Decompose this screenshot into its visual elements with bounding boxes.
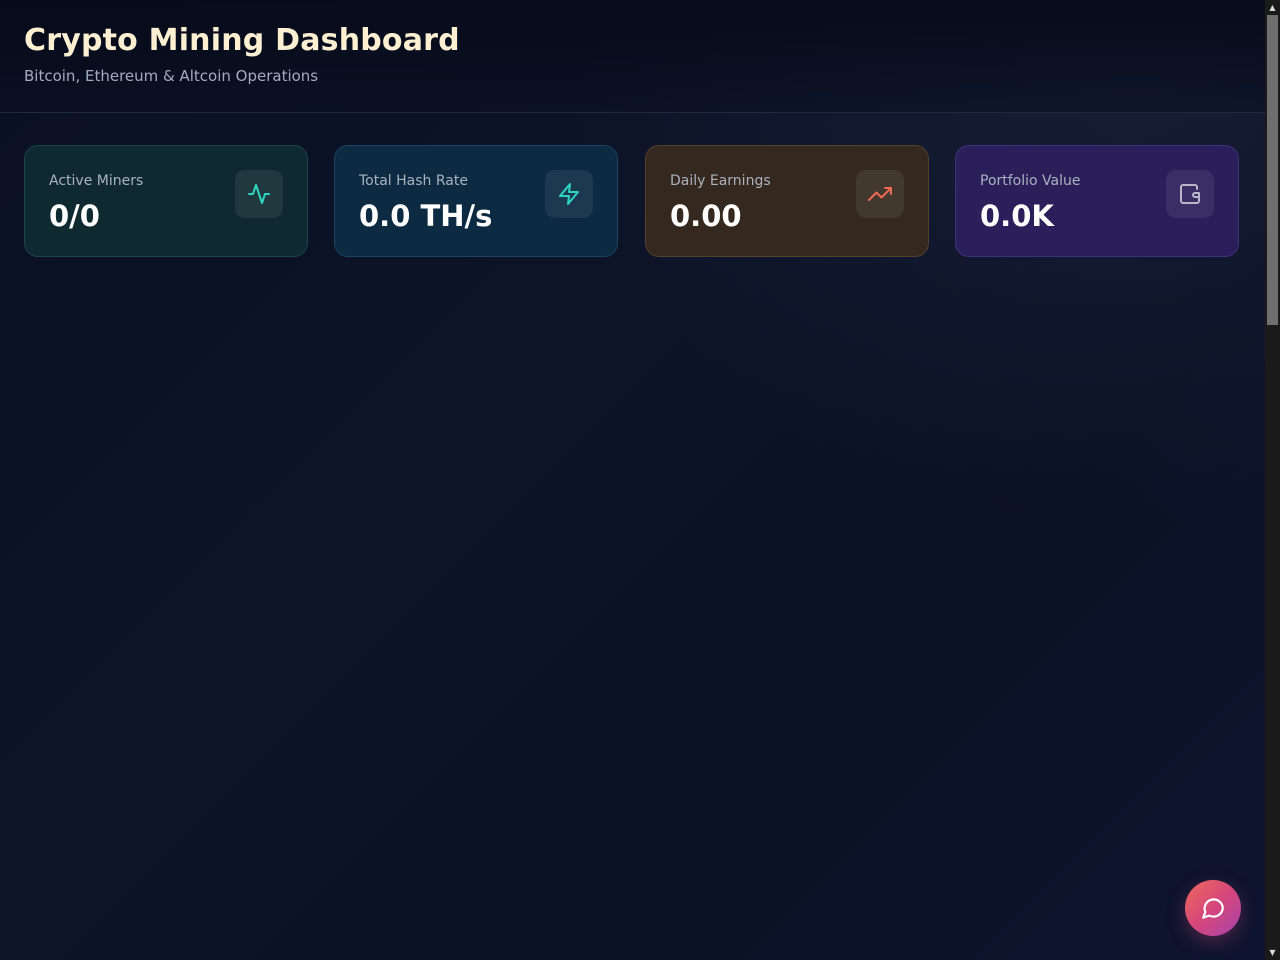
chat-bubble-icon <box>1202 898 1224 919</box>
dashboard-page: Crypto Mining Dashboard Bitcoin, Ethereu… <box>0 0 1265 960</box>
wallet-icon <box>1166 170 1214 218</box>
page-header: Crypto Mining Dashboard Bitcoin, Ethereu… <box>0 0 1265 113</box>
stat-label: Active Miners <box>49 173 144 189</box>
stat-card-active-miners: Active Miners 0/0 <box>24 145 308 257</box>
scrollbar-thumb[interactable] <box>1267 15 1278 325</box>
stat-value: 0.00 <box>670 199 742 233</box>
stat-label: Portfolio Value <box>980 173 1081 189</box>
stat-card-total-hash-rate: Total Hash Rate 0.0 TH/s <box>334 145 618 257</box>
scroll-up-arrow-icon[interactable]: ▲ <box>1265 0 1280 15</box>
trending-up-icon <box>856 170 904 218</box>
stat-label: Total Hash Rate <box>359 173 468 189</box>
stat-label: Daily Earnings <box>670 173 771 189</box>
lightning-icon <box>545 170 593 218</box>
activity-icon <box>235 170 283 218</box>
page-subtitle: Bitcoin, Ethereum & Altcoin Operations <box>24 67 319 85</box>
chat-button[interactable] <box>1185 880 1241 936</box>
stat-value: 0.0K <box>980 199 1054 233</box>
stat-card-portfolio-value: Portfolio Value 0.0K <box>955 145 1239 257</box>
vertical-scrollbar[interactable]: ▲ ▼ <box>1265 0 1280 960</box>
scroll-down-arrow-icon[interactable]: ▼ <box>1265 945 1280 960</box>
stat-card-daily-earnings: Daily Earnings 0.00 <box>645 145 929 257</box>
stat-value: 0/0 <box>49 199 100 233</box>
stat-value: 0.0 TH/s <box>359 199 493 233</box>
page-title: Crypto Mining Dashboard <box>24 23 460 58</box>
